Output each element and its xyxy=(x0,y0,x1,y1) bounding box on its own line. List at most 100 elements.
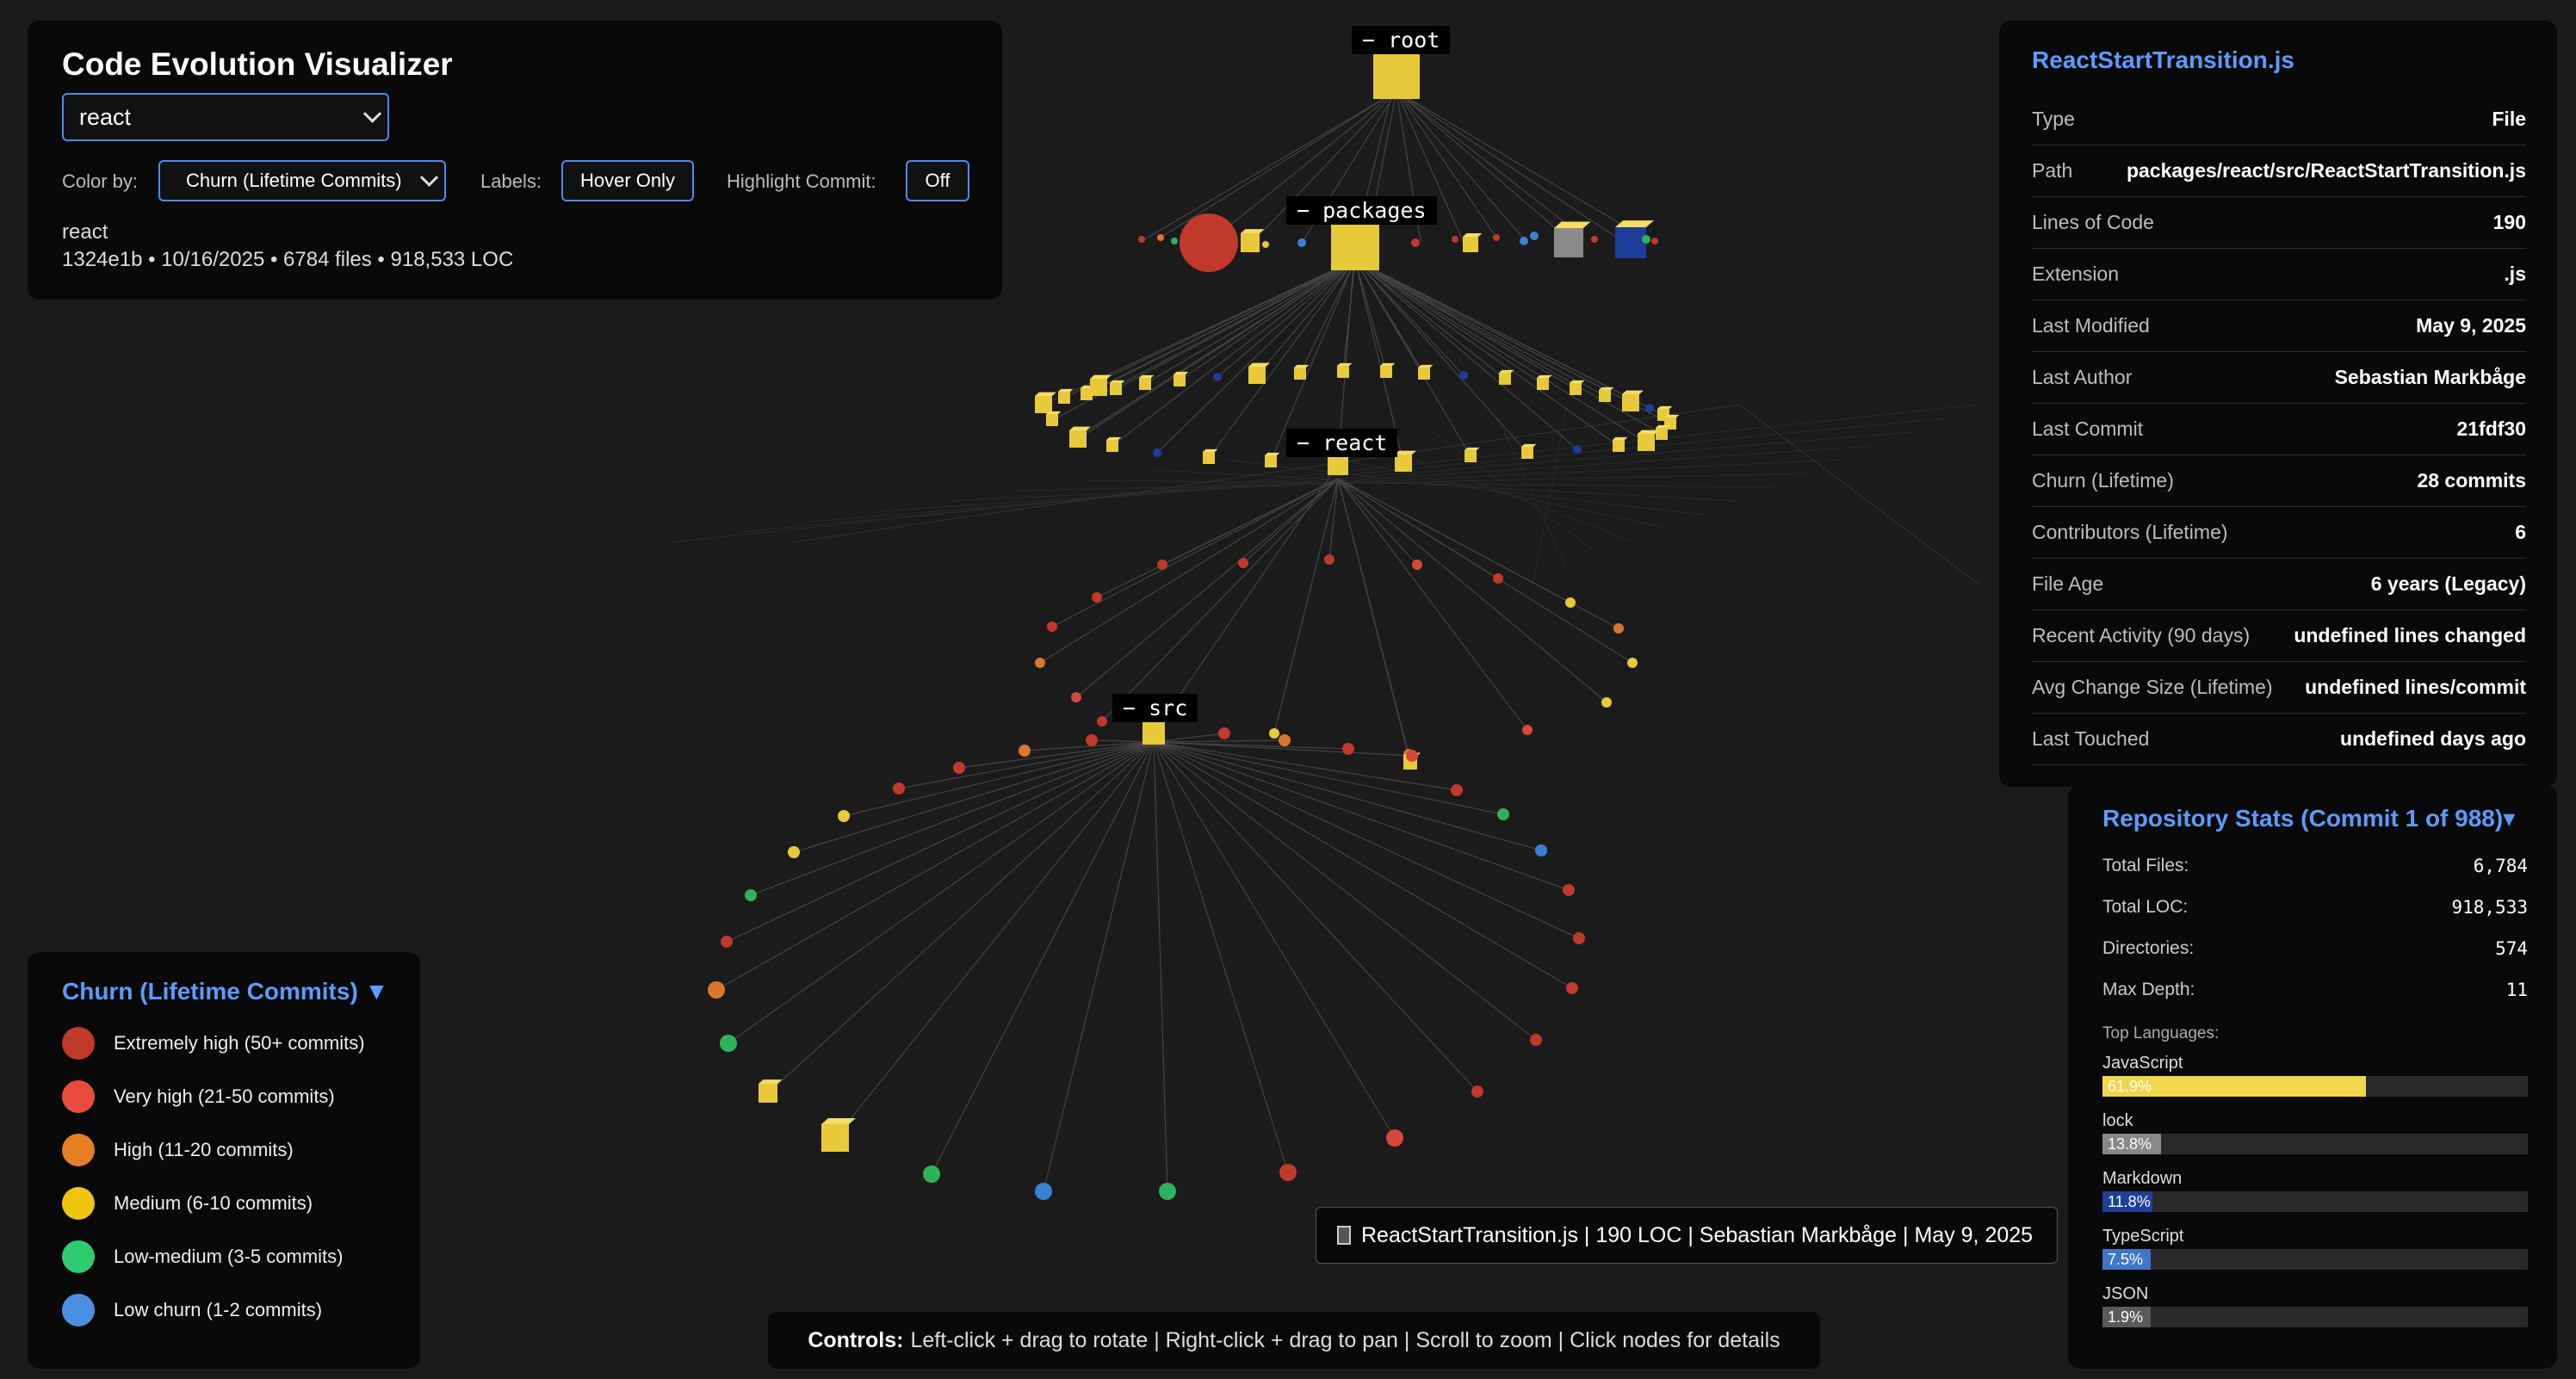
directory-node[interactable] xyxy=(1173,371,1189,386)
file-node[interactable] xyxy=(1565,597,1576,608)
repo-stats-title[interactable]: Repository Stats (Commit 1 of 988)▾ xyxy=(2102,804,2515,832)
file-node[interactable] xyxy=(721,936,733,948)
stat-key: Directories: xyxy=(2102,938,2195,958)
file-node[interactable] xyxy=(1171,238,1178,244)
file-node[interactable] xyxy=(1651,238,1658,244)
directory-node[interactable] xyxy=(821,1117,856,1152)
file-node[interactable] xyxy=(1035,658,1045,668)
file-node[interactable] xyxy=(1138,236,1145,243)
directory-node[interactable] xyxy=(1380,362,1396,378)
directory-node[interactable] xyxy=(1599,386,1614,402)
node-label-src[interactable]: − src xyxy=(1112,694,1198,722)
file-node[interactable] xyxy=(720,1035,737,1052)
file-node[interactable] xyxy=(1645,404,1654,412)
file-node[interactable] xyxy=(838,810,850,822)
file-node[interactable] xyxy=(1153,448,1161,457)
node-label-packages[interactable]: − packages xyxy=(1286,196,1437,225)
directory-node[interactable] xyxy=(1570,380,1585,395)
labels-toggle-button[interactable]: Hover Only xyxy=(561,160,694,201)
directory-node[interactable] xyxy=(1203,448,1218,464)
directory-node[interactable] xyxy=(1035,392,1056,413)
file-node[interactable] xyxy=(1071,692,1081,702)
file-node[interactable] xyxy=(1573,445,1582,454)
file-node[interactable] xyxy=(1238,558,1248,568)
directory-node[interactable] xyxy=(1537,374,1552,390)
file-node[interactable] xyxy=(1297,238,1306,247)
file-node[interactable] xyxy=(1019,745,1031,757)
file-node[interactable] xyxy=(1412,560,1422,570)
file-node[interactable] xyxy=(708,981,725,999)
file-node[interactable] xyxy=(1342,743,1354,755)
file-node[interactable] xyxy=(1642,235,1650,244)
file-node[interactable] xyxy=(1279,734,1291,746)
file-node[interactable] xyxy=(923,1166,940,1183)
file-node[interactable] xyxy=(1035,1183,1052,1200)
file-node[interactable] xyxy=(1411,238,1420,247)
file-node[interactable] xyxy=(1180,213,1238,272)
directory-node[interactable] xyxy=(1106,436,1122,452)
tree-edge xyxy=(1043,741,1155,1192)
file-node[interactable] xyxy=(788,846,800,858)
file-node[interactable] xyxy=(1613,623,1624,634)
file-node[interactable] xyxy=(1563,884,1575,896)
file-node[interactable] xyxy=(1047,621,1057,632)
file-node[interactable] xyxy=(1566,982,1578,994)
file-node[interactable] xyxy=(1591,236,1598,243)
file-node[interactable] xyxy=(1092,592,1102,603)
directory-node[interactable] xyxy=(1058,388,1074,404)
file-node[interactable] xyxy=(1627,658,1638,668)
highlight-commit-toggle-button[interactable]: Off xyxy=(906,160,969,201)
file-node[interactable] xyxy=(1493,234,1500,241)
node-label-root[interactable]: − root xyxy=(1352,26,1451,54)
file-node[interactable] xyxy=(1530,232,1539,240)
file-node[interactable] xyxy=(1530,1034,1542,1046)
file-node[interactable] xyxy=(1522,725,1533,735)
file-node[interactable] xyxy=(1386,1129,1403,1147)
repo-select[interactable]: react xyxy=(62,93,389,141)
directory-node[interactable] xyxy=(1241,229,1265,252)
file-node[interactable] xyxy=(1520,237,1528,245)
color-by-select[interactable]: Churn (Lifetime Commits) xyxy=(158,160,446,201)
file-node[interactable] xyxy=(1086,734,1098,746)
file-node[interactable] xyxy=(1459,371,1468,380)
file-node[interactable] xyxy=(1406,750,1418,762)
directory-node[interactable] xyxy=(1046,411,1062,426)
file-node[interactable] xyxy=(1262,241,1269,248)
file-node[interactable] xyxy=(1601,697,1612,708)
directory-node[interactable] xyxy=(1499,369,1514,385)
directory-node[interactable] xyxy=(1248,362,1270,384)
directory-node[interactable] xyxy=(1418,364,1434,380)
directory-node[interactable] xyxy=(1554,221,1591,257)
file-node[interactable] xyxy=(745,889,757,901)
directory-node[interactable] xyxy=(1139,374,1155,390)
file-node[interactable] xyxy=(1269,728,1279,739)
directory-node[interactable] xyxy=(1294,364,1310,380)
file-node[interactable] xyxy=(953,762,965,774)
directory-node[interactable] xyxy=(1090,374,1112,396)
file-node[interactable] xyxy=(1573,932,1585,944)
file-node[interactable] xyxy=(1213,373,1222,381)
directory-node[interactable] xyxy=(1464,447,1480,462)
node-label-react[interactable]: − react xyxy=(1286,429,1398,457)
directory-node[interactable] xyxy=(1069,426,1091,448)
file-node[interactable] xyxy=(1452,236,1458,243)
file-node[interactable] xyxy=(1451,784,1463,796)
file-node[interactable] xyxy=(1157,234,1164,241)
directory-node[interactable] xyxy=(1613,436,1628,452)
file-node[interactable] xyxy=(1493,573,1503,584)
file-node[interactable] xyxy=(1157,560,1167,570)
file-node[interactable] xyxy=(1279,1164,1297,1181)
file-node[interactable] xyxy=(1535,844,1547,856)
tooltip-text: ReactStartTransition.js | 190 LOC | Seba… xyxy=(1361,1222,2034,1247)
file-node[interactable] xyxy=(1218,727,1230,739)
file-node[interactable] xyxy=(1471,1085,1483,1098)
legend-title[interactable]: Churn (Lifetime Commits) ▼ xyxy=(62,978,388,1005)
directory-node[interactable] xyxy=(1463,233,1483,252)
file-node[interactable] xyxy=(1497,808,1509,820)
file-node[interactable] xyxy=(1324,554,1334,565)
file-node[interactable] xyxy=(893,782,905,795)
file-node[interactable] xyxy=(1159,1183,1176,1200)
directory-node[interactable] xyxy=(1337,362,1353,378)
file-node[interactable] xyxy=(1097,716,1107,727)
directory-node[interactable] xyxy=(1265,452,1280,467)
